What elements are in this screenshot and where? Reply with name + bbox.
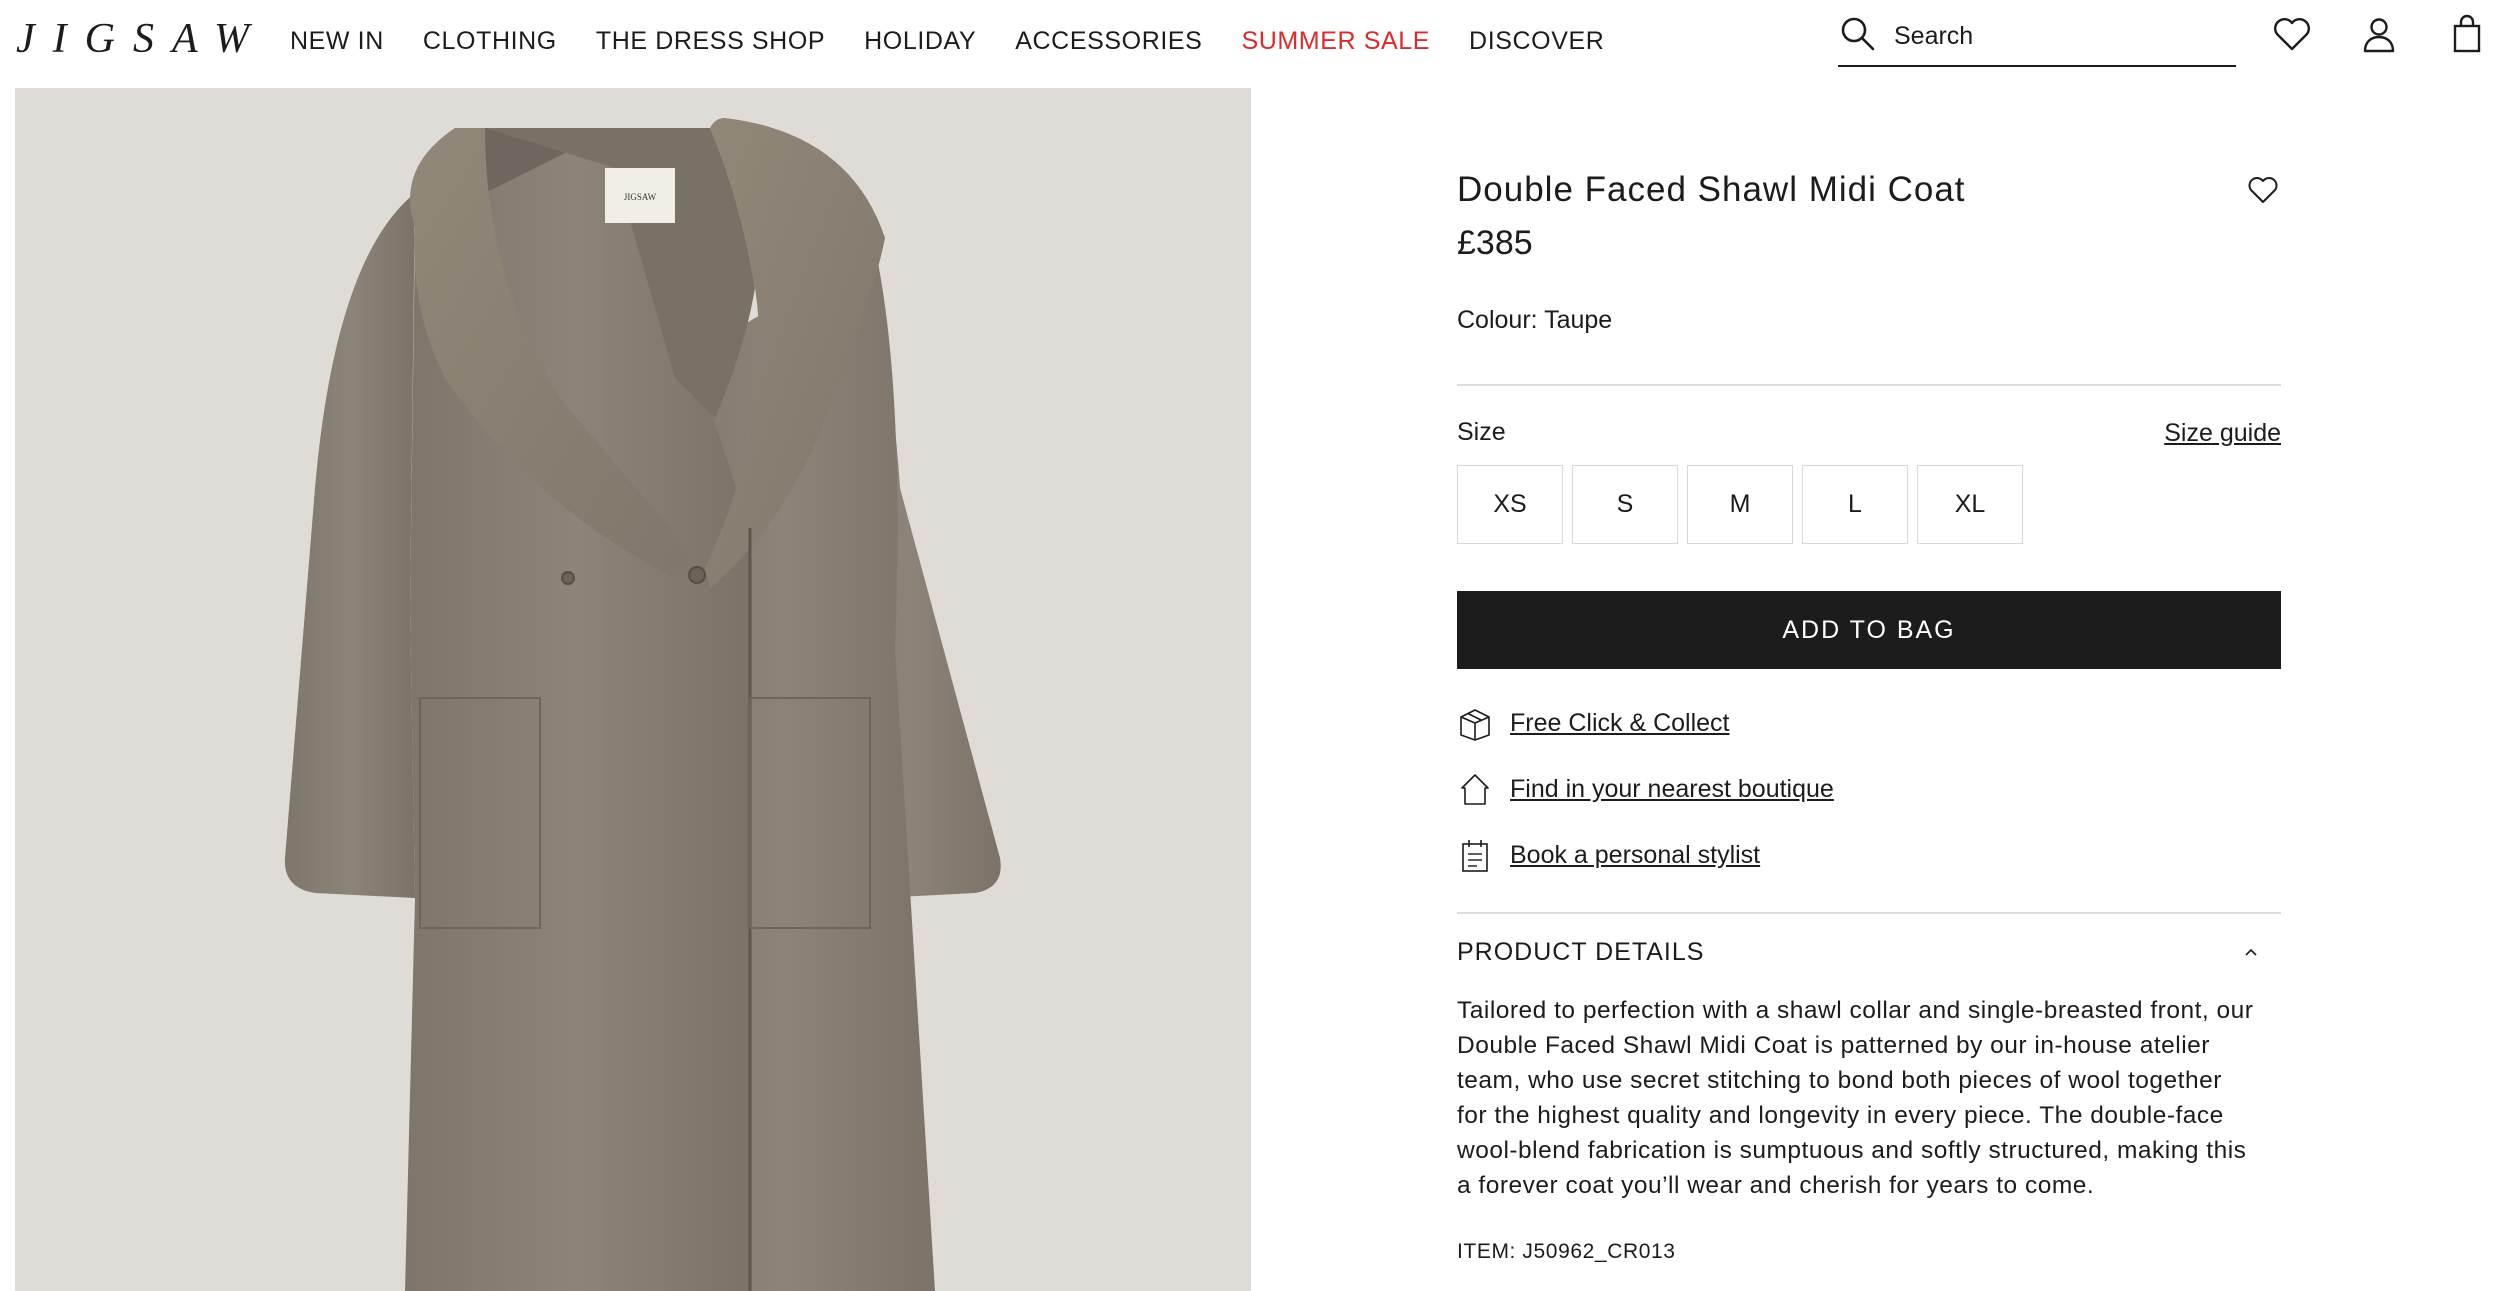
search-icon	[1841, 17, 1875, 51]
size-label: Size	[1457, 418, 1506, 446]
account-icon[interactable]	[2359, 14, 2399, 54]
brand-logo[interactable]: JIGSAW	[16, 14, 267, 64]
click-collect-link[interactable]: Free Click & Collect	[1457, 703, 1730, 743]
divider	[1457, 912, 2281, 914]
add-to-wishlist-icon[interactable]	[2247, 174, 2279, 206]
size-option-s[interactable]: S	[1572, 465, 1678, 544]
house-icon	[1461, 774, 1489, 805]
nav-item-accessories[interactable]: ACCESSORIES	[1015, 26, 1202, 56]
product-title: Double Faced Shawl Midi Coat	[1457, 170, 1966, 209]
bag-icon[interactable]	[2447, 14, 2487, 54]
nav-item-clothing[interactable]: CLOTHING	[423, 26, 557, 56]
find-boutique-label: Find in your nearest boutique	[1510, 774, 1834, 803]
product-details-panel: Double Faced Shawl Midi Coat £385 Colour…	[1457, 88, 2281, 1291]
product-description: Tailored to perfection with a shawl coll…	[1457, 997, 2254, 1199]
wishlist-icon[interactable]	[2272, 14, 2312, 54]
search-placeholder: Search	[1894, 22, 1974, 50]
size-selector: XS S M L XL	[1457, 465, 2032, 544]
add-to-bag-button[interactable]: ADD TO BAG	[1457, 591, 2281, 669]
nav-item-new-in[interactable]: NEW IN	[290, 26, 384, 56]
calendar-icon	[1462, 840, 1488, 872]
coat-label-text: JIGSAW	[624, 192, 657, 202]
size-option-xs[interactable]: XS	[1457, 465, 1563, 544]
nav-item-discover[interactable]: DISCOVER	[1469, 26, 1604, 56]
box-icon	[1460, 709, 1490, 741]
divider	[1457, 384, 2281, 386]
coat-illustration: JIGSAW	[284, 118, 1001, 1291]
colour-label: Colour: Taupe	[1457, 306, 1613, 334]
search-input[interactable]: Search	[1838, 14, 2236, 67]
find-boutique-link[interactable]: Find in your nearest boutique	[1457, 769, 1834, 809]
size-option-l[interactable]: L	[1802, 465, 1908, 544]
book-stylist-link[interactable]: Book a personal stylist	[1457, 835, 1760, 875]
chevron-up-icon[interactable]	[2243, 944, 2259, 960]
product-details-toggle[interactable]: PRODUCT DETAILS	[1457, 938, 1704, 967]
main-nav: NEW IN CLOTHING THE DRESS SHOP HOLIDAY A…	[290, 26, 1643, 56]
product-image[interactable]: JIGSAW	[15, 88, 1251, 1291]
nav-item-holiday[interactable]: HOLIDAY	[864, 26, 976, 56]
size-option-m[interactable]: M	[1687, 465, 1793, 544]
size-guide-link[interactable]: Size guide	[2164, 419, 2281, 448]
size-option-xl[interactable]: XL	[1917, 465, 2023, 544]
nav-item-dress-shop[interactable]: THE DRESS SHOP	[596, 26, 825, 56]
book-stylist-label: Book a personal stylist	[1510, 840, 1761, 869]
product-price: £385	[1457, 224, 1533, 262]
site-header: JIGSAW NEW IN CLOTHING THE DRESS SHOP HO…	[0, 0, 2500, 88]
nav-item-summer-sale[interactable]: SUMMER SALE	[1241, 26, 1430, 56]
item-code: ITEM: J50962_CR013	[1457, 1240, 1676, 1263]
click-collect-label: Free Click & Collect	[1510, 708, 1730, 737]
